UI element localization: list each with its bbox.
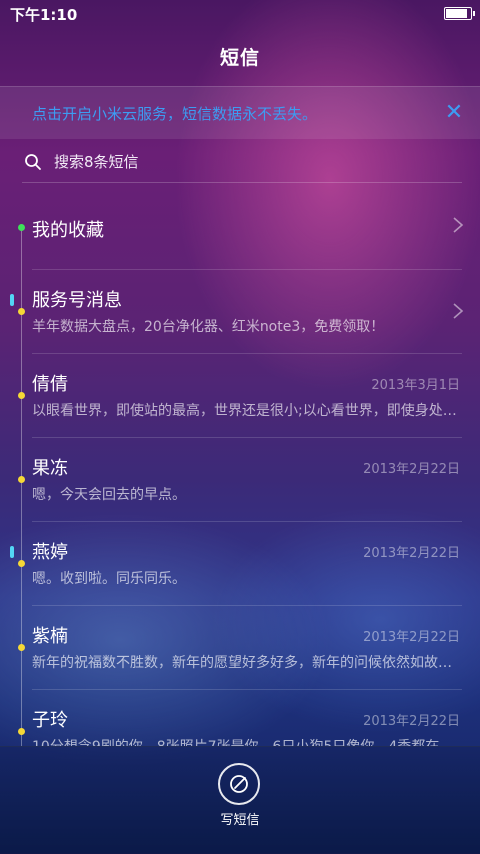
conversation-row[interactable]: 燕婷 2013年2月22日嗯。收到啦。同乐同乐。	[0, 522, 480, 606]
search-icon	[25, 154, 41, 170]
conversation-name: 紫楠	[32, 626, 68, 647]
conversation-row[interactable]: 我的收藏	[0, 186, 480, 270]
status-bar: 下午1:10	[0, 0, 480, 26]
battery-icon	[444, 7, 475, 20]
conversation-row[interactable]: 服务号消息羊年数据大盘点，20台净化器、红米note3，免费领取！	[0, 270, 480, 354]
battery-level	[446, 9, 467, 18]
compose-label[interactable]: 写短信	[0, 809, 480, 828]
conversation-preview: 新年的祝福数不胜数，新年的愿望好多好多，新年的问候依然如故，新年快乐！	[32, 655, 460, 671]
conversation-row[interactable]: 紫楠 2013年2月22日新年的祝福数不胜数，新年的愿望好多好多，新年的问候依然如…	[0, 606, 480, 690]
compose-icon	[230, 775, 248, 793]
conversation-row[interactable]: 果冻 2013年2月22日嗯，今天会回去的早点。	[0, 438, 480, 522]
timeline-dot	[18, 476, 25, 483]
conversation-list: 我的收藏服务号消息羊年数据大盘点，20台净化器、红米note3，免费领取！ 倩倩 2…	[0, 186, 480, 746]
status-time: 下午1:10	[10, 6, 78, 24]
unread-marker	[10, 294, 14, 306]
conversation-name: 燕婷	[32, 542, 68, 563]
conversation-preview: 以眼看世界，即使站的最高，世界还是很小;以心看世界，即使身处陋室，世界还是很大	[32, 403, 460, 419]
conversation-preview: 嗯，今天会回去的早点。	[32, 487, 186, 503]
conversation-name: 子玲	[32, 710, 68, 731]
conversation-preview: 嗯。收到啦。同乐同乐。	[32, 571, 186, 587]
bottom-bar: 写短信	[0, 746, 480, 854]
compose-button[interactable]	[218, 763, 260, 805]
cloud-banner-text[interactable]: 点击开启小米云服务，短信数据永不丢失。	[32, 103, 317, 124]
conversation-name: 服务号消息	[32, 290, 122, 311]
conversation-preview: 10分想念9刷的你，8张照片7张是你，6只小狗5只像你，4季都在思念你	[32, 736, 460, 746]
timeline-dot	[18, 644, 25, 651]
search-bar[interactable]	[22, 142, 462, 183]
timeline-dot	[18, 392, 25, 399]
conversation-date: 2013年2月22日	[363, 714, 460, 729]
timeline-dot	[18, 308, 25, 315]
search-input[interactable]	[52, 152, 436, 172]
page-title: 短信	[219, 46, 260, 69]
conversation-date: 2013年2月22日	[363, 546, 460, 561]
conversation-name: 我的收藏	[32, 220, 104, 241]
conversation-preview: 羊年数据大盘点，20台净化器、红米note3，免费领取！	[32, 319, 385, 335]
unread-marker	[10, 546, 14, 558]
conversation-date: 2013年2月22日	[363, 462, 460, 477]
chevron-right-icon	[453, 303, 464, 319]
conversation-row[interactable]: 倩倩 2013年3月1日以眼看世界，即使站的最高，世界还是很小;以心看世界，即使身…	[0, 354, 480, 438]
conversation-row[interactable]: 子玲 2013年2月22日 10分想念9刷的你，8张照片7张是你，6只小狗5只像你，…	[0, 690, 480, 746]
timeline-dot	[18, 560, 25, 567]
close-icon[interactable]: ✕	[442, 101, 466, 125]
conversation-name: 倩倩	[32, 374, 68, 395]
conversation-date: 2013年3月1日	[371, 378, 460, 393]
title-bar: 短信	[0, 26, 480, 86]
timeline-dot	[18, 224, 25, 231]
chevron-right-icon	[453, 217, 464, 233]
timeline-dot	[18, 728, 25, 735]
cloud-service-banner[interactable]: 点击开启小米云服务，短信数据永不丢失。 ✕	[0, 86, 480, 139]
conversation-date: 2013年2月22日	[363, 630, 460, 645]
conversation-name: 果冻	[32, 458, 68, 479]
